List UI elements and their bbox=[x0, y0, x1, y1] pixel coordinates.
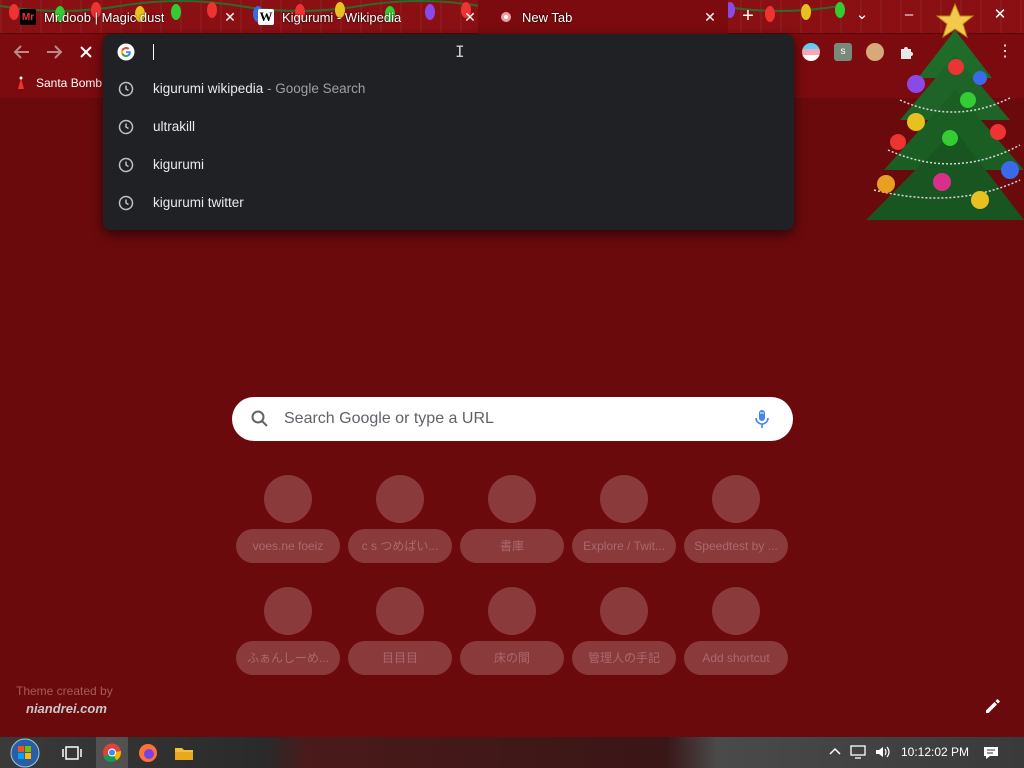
taskbar-chrome-button[interactable] bbox=[96, 737, 128, 768]
shortcut-icon bbox=[600, 587, 648, 635]
suggestion-item[interactable]: ultrakill bbox=[103, 108, 794, 146]
taskbar-clock[interactable]: 10:12:02 PM bbox=[901, 745, 969, 759]
shortcut-tile[interactable]: Speedtest by ... bbox=[684, 475, 788, 565]
theme-author-link[interactable]: niandrei.com bbox=[26, 701, 107, 716]
ntp-search-box[interactable]: Search Google or type a URL bbox=[232, 397, 793, 441]
shortcut-icon bbox=[712, 475, 760, 523]
add-shortcut-icon bbox=[712, 587, 760, 635]
back-arrow-icon bbox=[13, 45, 29, 59]
suggestion-text: kigurumi twitter bbox=[153, 195, 244, 210]
customize-pencil-icon[interactable] bbox=[983, 697, 1001, 715]
taskbar-firefox-button[interactable] bbox=[136, 741, 160, 765]
chrome-icon bbox=[103, 743, 122, 762]
shortcut-label: Add shortcut bbox=[684, 641, 788, 675]
history-clock-icon bbox=[118, 81, 134, 97]
shortcut-label: Explore / Twit... bbox=[572, 529, 676, 563]
suggestion-text: kigurumi bbox=[153, 157, 205, 172]
google-g-icon bbox=[117, 43, 135, 61]
suggestion-item[interactable]: kigurumi bbox=[103, 146, 794, 184]
shortcut-label: voes.ne foeiz bbox=[236, 529, 340, 563]
suggestion-item[interactable]: kigurumi twitter bbox=[103, 184, 794, 222]
suggestion-text: ultrakill bbox=[153, 119, 196, 134]
shortcut-icon bbox=[488, 475, 536, 523]
forward-arrow-icon bbox=[47, 45, 63, 59]
windows-logo-icon bbox=[10, 738, 40, 768]
shortcut-tile[interactable]: 書庫 bbox=[460, 475, 564, 565]
extension-s-icon[interactable]: s bbox=[834, 43, 852, 61]
close-icon bbox=[80, 46, 92, 58]
shortcut-tile[interactable]: 目目目 bbox=[348, 587, 452, 677]
action-center-icon[interactable] bbox=[983, 745, 999, 764]
shortcut-tile[interactable]: c s つめばい... bbox=[348, 475, 452, 565]
tab-kigurumi-wikipedia[interactable]: W Kigurumi - Wikipedia ✕ bbox=[238, 0, 488, 34]
christmas-tree-decoration bbox=[866, 2, 1024, 220]
tray-overflow-chevron-icon[interactable] bbox=[828, 745, 842, 762]
taskbar-explorer-button[interactable] bbox=[172, 741, 196, 765]
suggestion-suffix: - Google Search bbox=[263, 81, 366, 96]
tab-label: Kigurumi - Wikipedia bbox=[282, 9, 402, 25]
shortcut-label: 書庫 bbox=[460, 529, 564, 563]
shortcut-label: ふぁんしーめ... bbox=[236, 641, 340, 675]
shortcut-icon bbox=[376, 587, 424, 635]
tab-close-icon[interactable]: ✕ bbox=[462, 9, 478, 25]
history-clock-icon bbox=[118, 119, 134, 135]
tab-new-tab[interactable]: New Tab ✕ bbox=[478, 0, 728, 34]
firefox-icon bbox=[139, 744, 157, 762]
tab-close-icon[interactable]: ✕ bbox=[702, 9, 718, 25]
stop-loading-button[interactable] bbox=[74, 40, 98, 64]
add-shortcut-button[interactable]: Add shortcut bbox=[684, 587, 788, 677]
wikipedia-favicon-icon: W bbox=[258, 9, 274, 25]
network-icon[interactable] bbox=[850, 745, 868, 762]
suggestion-text: kigurumi wikipedia bbox=[153, 81, 264, 96]
newtab-favicon-icon bbox=[498, 9, 514, 25]
shortcut-icon bbox=[376, 475, 424, 523]
windows-taskbar: 10:12:02 PM bbox=[0, 737, 1024, 768]
new-tab-button[interactable]: + bbox=[738, 6, 758, 28]
bookmark-santa-bomb[interactable]: Santa Bomb bbox=[14, 76, 102, 90]
suggestion-item[interactable]: kigurumi wikipedia - Google Search bbox=[103, 70, 794, 108]
omnibox-input[interactable]: I bbox=[103, 34, 794, 70]
mrdoob-favicon-icon: Mr bbox=[20, 9, 36, 25]
tab-close-icon[interactable]: ✕ bbox=[222, 9, 238, 25]
shortcut-label: c s つめばい... bbox=[348, 529, 452, 563]
shortcut-tile[interactable]: voes.ne foeiz bbox=[236, 475, 340, 565]
shortcut-tile[interactable]: Explore / Twit... bbox=[572, 475, 676, 565]
history-clock-icon bbox=[118, 157, 134, 173]
santa-icon bbox=[14, 76, 28, 90]
shortcut-tile[interactable]: 管理人の手記 bbox=[572, 587, 676, 677]
shortcut-icon bbox=[264, 475, 312, 523]
omnibox-dropdown: I kigurumi wikipedia - Google Search ult… bbox=[103, 34, 794, 230]
shortcut-tile[interactable]: ふぁんしーめ... bbox=[236, 587, 340, 677]
task-view-icon bbox=[62, 746, 82, 760]
shortcut-tile[interactable]: 床の間 bbox=[460, 587, 564, 677]
forward-button[interactable] bbox=[42, 40, 66, 64]
shortcut-label: 管理人の手記 bbox=[572, 641, 676, 675]
shortcut-label: 床の間 bbox=[460, 641, 564, 675]
shortcut-label: Speedtest by ... bbox=[684, 529, 788, 563]
shortcut-icon bbox=[488, 587, 536, 635]
text-caret bbox=[153, 44, 154, 60]
shortcut-icon bbox=[600, 475, 648, 523]
search-icon bbox=[251, 410, 268, 427]
volume-icon[interactable] bbox=[874, 745, 892, 762]
folder-icon bbox=[175, 748, 193, 760]
ibeam-cursor-icon: I bbox=[455, 42, 465, 61]
back-button[interactable] bbox=[10, 40, 34, 64]
microphone-icon[interactable] bbox=[754, 409, 770, 429]
shortcut-icon bbox=[264, 587, 312, 635]
history-clock-icon bbox=[118, 195, 134, 211]
tab-label: Mr.doob | Magic dust bbox=[44, 9, 165, 25]
tab-label: New Tab bbox=[522, 9, 573, 25]
shortcut-label: 目目目 bbox=[348, 641, 452, 675]
start-button[interactable] bbox=[10, 738, 40, 768]
theme-credit-label: Theme created by bbox=[16, 684, 113, 698]
bookmark-label: Santa Bomb bbox=[36, 76, 103, 90]
task-view-button[interactable] bbox=[60, 741, 84, 765]
extension-flag-icon[interactable] bbox=[802, 43, 820, 61]
search-placeholder: Search Google or type a URL bbox=[284, 410, 494, 427]
tab-mrdoob[interactable]: Mr Mr.doob | Magic dust ✕ bbox=[0, 0, 248, 34]
